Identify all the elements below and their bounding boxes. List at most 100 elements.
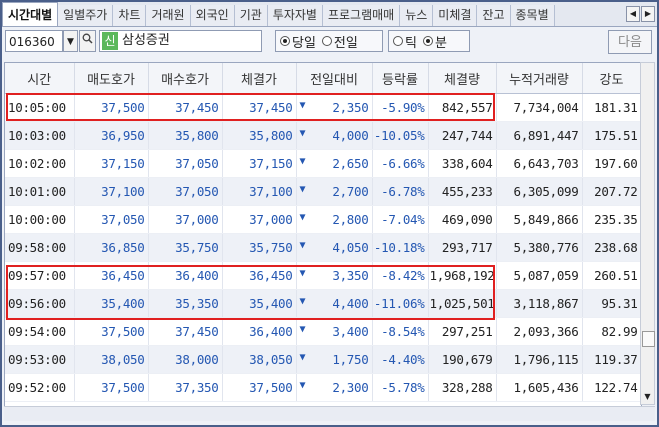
table-row[interactable]: 09:53:00 38,050 38,000 38,050 ▼ 1,750 -4.40% 19… bbox=[5, 345, 641, 374]
tab-item[interactable]: 잔고 bbox=[477, 5, 511, 26]
radio-tick[interactable]: 틱 bbox=[393, 32, 417, 51]
down-arrow-icon: ▼ bbox=[299, 128, 306, 139]
column-header[interactable]: 강도 bbox=[582, 63, 641, 94]
price-cell: 37,500 bbox=[222, 373, 297, 402]
price-cell: 35,800 bbox=[148, 121, 223, 150]
price-cell: 35,400 bbox=[222, 289, 297, 318]
volume-cell: 82.99 bbox=[582, 317, 641, 346]
stock-code-input[interactable]: 016360 bbox=[5, 30, 63, 52]
price-cell: ▼ 4,000 bbox=[296, 121, 373, 150]
toolbar: 016360 ▼ 신 삼성증권 당일 전일 틱 분 다음 bbox=[2, 27, 657, 59]
table-row[interactable]: 09:58:00 36,850 35,750 35,750 ▼ 4,050 -10.18% 2… bbox=[5, 233, 641, 262]
column-header[interactable]: 시간 bbox=[5, 63, 75, 94]
radio-label: 분 bbox=[434, 35, 447, 51]
radio-minute[interactable]: 분 bbox=[422, 32, 447, 51]
price-cell: -4.40% bbox=[372, 345, 429, 374]
column-header[interactable]: 매도호가 bbox=[74, 63, 149, 94]
column-header[interactable]: 누적거래량 bbox=[496, 63, 583, 94]
table-row[interactable]: 10:00:00 37,050 37,000 37,000 ▼ 2,800 -7.04% 46… bbox=[5, 205, 641, 234]
tab-item[interactable]: 종목별 bbox=[510, 5, 555, 26]
column-header[interactable]: 체결량 bbox=[428, 63, 497, 94]
table-row[interactable]: 09:52:00 37,500 37,350 37,500 ▼ 2,300 -5.78% 32… bbox=[5, 373, 641, 402]
price-cell: -6.66% bbox=[372, 149, 429, 178]
time-cell: 09:52:00 bbox=[5, 373, 75, 402]
down-arrow-icon: ▼ bbox=[299, 296, 306, 307]
tab-item[interactable]: 투자자별 bbox=[267, 5, 323, 26]
tab-item[interactable]: 일별주가 bbox=[58, 5, 114, 26]
tab-scroll-right-icon[interactable]: ▶ bbox=[641, 6, 655, 22]
volume-cell: 175.51 bbox=[582, 121, 641, 150]
scroll-thumb[interactable] bbox=[642, 331, 655, 347]
price-cell: 36,400 bbox=[148, 261, 223, 290]
volume-cell: 3,118,867 bbox=[496, 289, 583, 318]
tab-item[interactable]: 차트 bbox=[113, 5, 147, 26]
tab-item[interactable]: 시간대별 bbox=[2, 2, 59, 26]
down-arrow-icon: ▼ bbox=[299, 212, 306, 223]
table-row[interactable]: 09:57:00 36,450 36,400 36,450 ▼ 3,350 -8.42% 1,… bbox=[5, 261, 641, 290]
tab-item[interactable]: 외국인 bbox=[190, 5, 235, 26]
vertical-scrollbar[interactable]: ▼ bbox=[640, 62, 655, 405]
price-cell: 37,500 bbox=[74, 93, 149, 122]
price-cell: -6.78% bbox=[372, 177, 429, 206]
tab-scroll: ◀ ▶ bbox=[625, 6, 655, 22]
price-cell: -8.42% bbox=[372, 261, 429, 290]
volume-cell: 207.72 bbox=[582, 177, 641, 206]
time-cell: 10:02:00 bbox=[5, 149, 75, 178]
table-row[interactable]: 09:56:00 35,400 35,350 35,400 ▼ 4,400 -11.06% 1… bbox=[5, 289, 641, 318]
tab-item[interactable]: 뉴스 bbox=[400, 5, 434, 26]
volume-cell: 95.31 bbox=[582, 289, 641, 318]
price-cell: 36,450 bbox=[74, 261, 149, 290]
price-cell: -5.78% bbox=[372, 373, 429, 402]
price-cell: ▼ 2,300 bbox=[296, 373, 373, 402]
volume-cell: 238.68 bbox=[582, 233, 641, 262]
tab-item[interactable]: 기관 bbox=[234, 5, 268, 26]
volume-cell: 5,087,059 bbox=[496, 261, 583, 290]
price-cell: -10.18% bbox=[372, 233, 429, 262]
volume-cell: 297,251 bbox=[428, 317, 497, 346]
price-cell: 37,450 bbox=[222, 93, 297, 122]
tab-scroll-left-icon[interactable]: ◀ bbox=[626, 6, 640, 22]
volume-cell: 338,604 bbox=[428, 149, 497, 178]
price-cell: 36,400 bbox=[222, 317, 297, 346]
price-cell: ▼ 3,400 bbox=[296, 317, 373, 346]
tab-item[interactable]: 프로그램매매 bbox=[322, 5, 401, 26]
column-header[interactable]: 매수호가 bbox=[148, 63, 223, 94]
window-frame: 시간대별 일별주가 차트 거래원 외국인 기관 투자자별 프로그램매매 뉴스 미체결 잔고 종목별 ◀… bbox=[0, 0, 659, 427]
price-cell: -10.05% bbox=[372, 121, 429, 150]
volume-cell: 1,605,436 bbox=[496, 373, 583, 402]
tab-item[interactable]: 거래원 bbox=[146, 5, 191, 26]
price-cell: 37,500 bbox=[74, 373, 149, 402]
price-cell: 37,050 bbox=[74, 205, 149, 234]
table-row[interactable]: 09:54:00 37,500 37,450 36,400 ▼ 3,400 -8.54% 29… bbox=[5, 317, 641, 346]
time-cell: 10:03:00 bbox=[5, 121, 75, 150]
price-cell: ▼ 1,750 bbox=[296, 345, 373, 374]
tab-item[interactable]: 미체결 bbox=[433, 5, 478, 26]
change-value: 3,350 bbox=[332, 268, 369, 283]
table-row[interactable]: 10:01:00 37,100 37,050 37,100 ▼ 2,700 -6.78% 45… bbox=[5, 177, 641, 206]
column-header[interactable]: 체결가 bbox=[222, 63, 297, 94]
table-row[interactable]: 10:03:00 36,950 35,800 35,800 ▼ 4,000 -10.05% 2… bbox=[5, 121, 641, 150]
stock-name-box[interactable]: 신 삼성증권 bbox=[99, 30, 262, 52]
volume-cell: 469,090 bbox=[428, 205, 497, 234]
table-row[interactable]: 10:05:00 37,500 37,450 37,450 ▼ 2,350 -5.90% 84… bbox=[5, 93, 641, 122]
volume-cell: 455,233 bbox=[428, 177, 497, 206]
time-cell: 10:05:00 bbox=[5, 93, 75, 122]
radio-today[interactable]: 당일 bbox=[280, 32, 316, 51]
next-button[interactable]: 다음 bbox=[608, 30, 652, 54]
column-header[interactable]: 전일대비 bbox=[296, 63, 373, 94]
horizontal-scrollbar[interactable] bbox=[4, 406, 655, 421]
price-cell: 35,350 bbox=[148, 289, 223, 318]
radio-prev-day[interactable]: 전일 bbox=[321, 32, 358, 51]
price-cell: 37,450 bbox=[148, 93, 223, 122]
volume-cell: 1,025,501 bbox=[428, 289, 497, 318]
code-dropdown-icon[interactable]: ▼ bbox=[63, 30, 78, 52]
column-header[interactable]: 등락률 bbox=[372, 63, 429, 94]
volume-cell: 247,744 bbox=[428, 121, 497, 150]
change-value: 1,750 bbox=[332, 352, 369, 367]
search-icon[interactable] bbox=[79, 30, 96, 52]
time-cell: 10:01:00 bbox=[5, 177, 75, 206]
scroll-down-icon[interactable]: ▼ bbox=[641, 390, 654, 404]
volume-cell: 260.51 bbox=[582, 261, 641, 290]
time-table: 시간 매도호가 매수호가 체결가 전일대비 등락률 체결량 누적거래량 강도 10:05:00 3… bbox=[4, 62, 642, 407]
table-row[interactable]: 10:02:00 37,150 37,050 37,150 ▼ 2,650 -6.66% 33… bbox=[5, 149, 641, 178]
